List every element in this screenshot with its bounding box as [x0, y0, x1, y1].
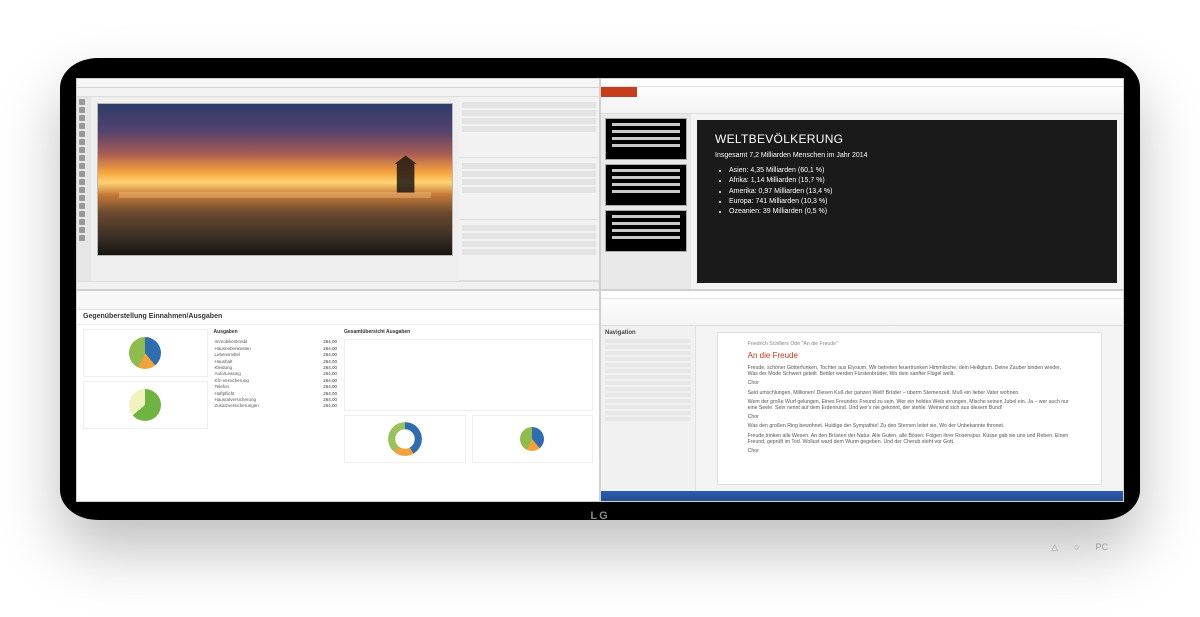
pane-word: Navigation Friedrich Schillers Ode "An d…: [600, 290, 1124, 502]
tool-icon[interactable]: [79, 187, 85, 193]
monitor-screen: WELTBEVÖLKERUNG Insgesamt 7,2 Milliarden…: [76, 78, 1124, 502]
tool-icon[interactable]: [79, 99, 85, 105]
tool-icon[interactable]: [79, 163, 85, 169]
slide-canvas[interactable]: WELTBEVÖLKERUNG Insgesamt 7,2 Milliarden…: [697, 120, 1117, 283]
status-bar: [77, 281, 599, 289]
col-gesamt: Gesamtübersicht Ausgaben: [344, 329, 593, 497]
toolbox[interactable]: [77, 97, 91, 281]
tool-icon[interactable]: [79, 131, 85, 137]
chart-bar-ausgaben[interactable]: [344, 339, 593, 411]
sheet-title: Gegenüberstellung Einnahmen/Ausgaben: [77, 310, 599, 325]
paragraph: Freude, schöner Götterfunken, Tochter au…: [748, 365, 1072, 377]
tool-icon[interactable]: [79, 123, 85, 129]
product-photo: WELTBEVÖLKERUNG Insgesamt 7,2 Milliarden…: [0, 0, 1200, 617]
bullet: Asien: 4,35 Milliarden (60,1 %): [729, 167, 1099, 175]
tool-icon[interactable]: [79, 195, 85, 201]
photo-sunset-city[interactable]: [97, 103, 453, 256]
doc-title: An die Freude: [748, 351, 1072, 361]
pane-image-editor: [76, 78, 600, 290]
tool-icon[interactable]: [79, 155, 85, 161]
bullet: Europa: 741 Milliarden (10,3 %): [729, 198, 1099, 206]
paragraph: Chor: [748, 380, 1072, 386]
monitor-button[interactable]: ○: [1074, 542, 1079, 553]
tool-icon[interactable]: [79, 227, 85, 233]
menubar[interactable]: [77, 79, 599, 88]
ausgaben-table[interactable]: Immobilienkredit264,00Hausnebenkosten264…: [214, 339, 339, 408]
right-panels[interactable]: [459, 97, 599, 281]
chart-donut[interactable]: [344, 415, 466, 463]
pane-excel: Gegenüberstellung Einnahmen/Ausgaben Aus…: [76, 290, 600, 502]
slide-thumb[interactable]: [605, 118, 687, 160]
brand-logo: LG: [590, 510, 609, 522]
slide-thumb[interactable]: [605, 164, 687, 206]
col-einnahmen: [83, 329, 208, 497]
windows-taskbar[interactable]: [601, 491, 1123, 501]
tool-icon[interactable]: [79, 219, 85, 225]
doc-kicker: Friedrich Schillers Ode "An die Freude": [748, 341, 1072, 347]
monitor-button[interactable]: △: [1051, 542, 1058, 553]
paragraph: Chor: [748, 448, 1072, 454]
chart-mini[interactable]: [472, 415, 594, 463]
bullet: Amerika: 0,97 Milliarden (13,4 %): [729, 188, 1099, 196]
paragraph: Freude trinken alle Wesen. An den Brüste…: [748, 433, 1072, 445]
col3-title: Gesamtübersicht Ausgaben: [344, 329, 593, 335]
ribbon[interactable]: [601, 87, 1123, 114]
navigation-pane[interactable]: Navigation: [601, 326, 696, 491]
paragraph: Seid umschlungen, Millionen! Diesen Kuß …: [748, 390, 1072, 396]
tool-icon[interactable]: [79, 115, 85, 121]
options-bar[interactable]: [77, 88, 599, 97]
tool-icon[interactable]: [79, 147, 85, 153]
slide-subtitle: Insgesamt 7,2 Milliarden Menschen im Jah…: [715, 152, 1099, 160]
ribbon[interactable]: [601, 299, 1123, 326]
nav-title: Navigation: [605, 330, 691, 337]
paragraph: Chor: [748, 414, 1072, 420]
pane-powerpoint: WELTBEVÖLKERUNG Insgesamt 7,2 Milliarden…: [600, 78, 1124, 290]
page-area: Friedrich Schillers Ode "An die Freude" …: [696, 326, 1123, 491]
tool-icon[interactable]: [79, 139, 85, 145]
paragraph: Wem der große Wurf gelungen, Eines Freun…: [748, 399, 1072, 411]
tool-icon[interactable]: [79, 171, 85, 177]
ribbon[interactable]: [77, 291, 599, 310]
canvas-area: [91, 97, 459, 281]
titlebar: [601, 79, 1123, 87]
tool-icon[interactable]: [79, 107, 85, 113]
bullet: Afrika: 1,14 Milliarden (15,7 %): [729, 177, 1099, 185]
slide-title: WELTBEVÖLKERUNG: [715, 132, 1099, 146]
tool-icon[interactable]: [79, 211, 85, 217]
chart-pie-einnahmen[interactable]: [83, 329, 208, 377]
document-page[interactable]: Friedrich Schillers Ode "An die Freude" …: [717, 332, 1103, 485]
bullet: Ozeanien: 39 Milliarden (0,5 %): [729, 208, 1099, 216]
col-ausgaben-table: Ausgaben Immobilienkredit264,00Hausneben…: [214, 329, 339, 497]
tool-icon[interactable]: [79, 235, 85, 241]
slide-bullets: Asien: 4,35 Milliarden (60,1 %) Afrika: 1…: [715, 167, 1099, 217]
slide-thumbnails[interactable]: [601, 114, 691, 289]
chart-pie-ueberschuss[interactable]: [83, 381, 208, 429]
titlebar: [601, 291, 1123, 299]
monitor-button[interactable]: PC: [1095, 542, 1108, 553]
tool-icon[interactable]: [79, 203, 85, 209]
slide-thumb[interactable]: [605, 210, 687, 252]
tool-icon[interactable]: [79, 179, 85, 185]
col2-title: Ausgaben: [214, 329, 339, 335]
paragraph: Was den großen Ring bewohnet. Huldige de…: [748, 423, 1072, 429]
monitor-buttons[interactable]: △ ○ PC: [1051, 542, 1108, 553]
